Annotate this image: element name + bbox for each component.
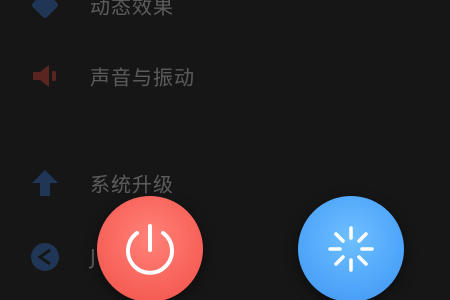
power-off-button[interactable] bbox=[97, 196, 203, 300]
power-menu-screen: 动态效果 声音与振动 系统升级 J bbox=[0, 0, 450, 300]
restart-button[interactable] bbox=[298, 196, 404, 300]
restart-icon bbox=[328, 226, 374, 272]
power-icon bbox=[126, 224, 174, 275]
